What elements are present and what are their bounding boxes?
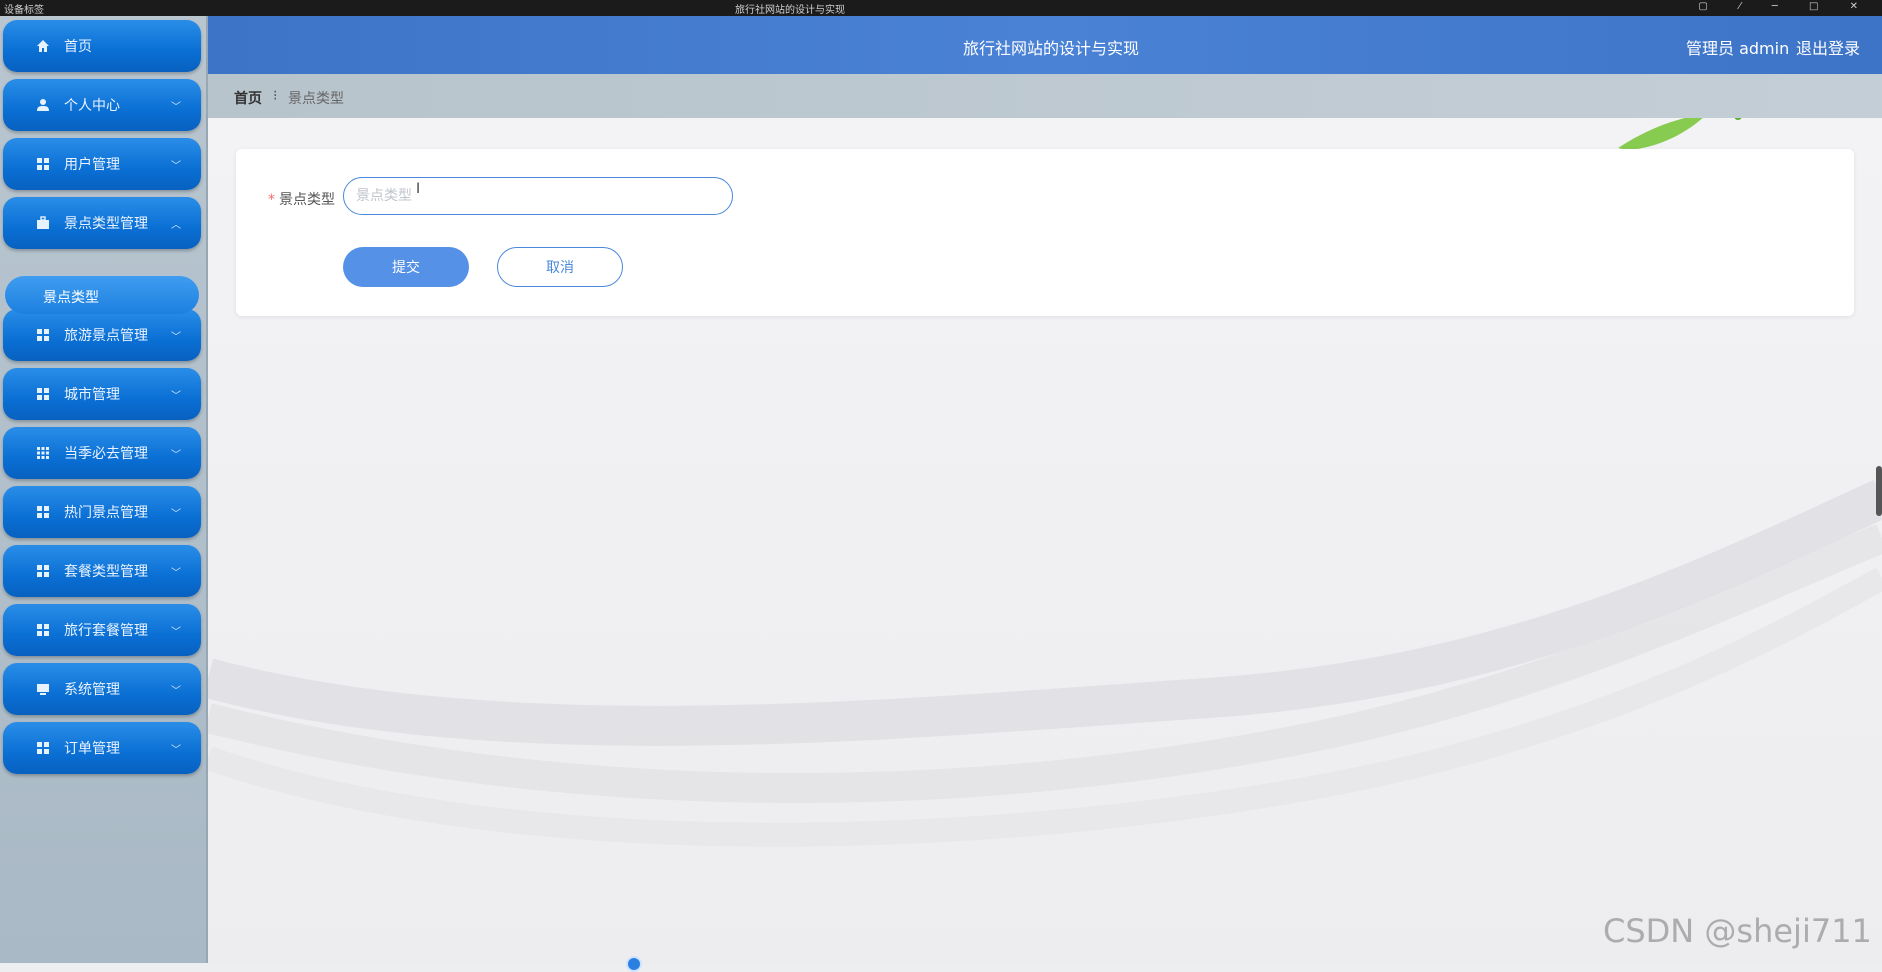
sidebar-item-label: 首页 <box>64 39 92 55</box>
chevron-down-icon: ﹀ <box>171 685 181 697</box>
sidebar-item-7[interactable]: 当季必去管理 ﹀ <box>3 427 201 479</box>
sidebar-item-label: 套餐类型管理 <box>64 564 148 580</box>
briefcase-icon <box>35 215 51 231</box>
sidebar-item-9[interactable]: 套餐类型管理 ﹀ <box>3 545 201 597</box>
required-mark: * <box>268 192 275 208</box>
grid-icon <box>35 563 51 579</box>
sidebar-item-label: 当季必去管理 <box>64 446 148 462</box>
grid-icon <box>35 386 51 402</box>
grid-icon <box>35 740 51 756</box>
user-role-label: 管理员 admin <box>1686 39 1790 58</box>
chevron-down-icon: ﹀ <box>171 744 181 756</box>
watermark: CSDN @sheji711 <box>1603 912 1872 950</box>
breadcrumb-home[interactable]: 首页 <box>234 88 262 108</box>
breadcrumb-current: 景点类型 <box>288 91 344 107</box>
sidebar-item-11[interactable]: 系统管理 ﹀ <box>3 663 201 715</box>
chevron-down-icon: ﹀ <box>171 160 181 172</box>
sidebar-item-2[interactable]: 个人中心 ﹀ <box>3 79 201 131</box>
scrollbar-handle[interactable] <box>1876 466 1882 516</box>
sidebar-subitem-scenic-type[interactable]: 景点类型 <box>5 276 199 314</box>
sidebar-item-1[interactable]: 首页 <box>3 20 201 72</box>
grid-icon <box>35 504 51 520</box>
sidebar-item-label: 个人中心 <box>64 98 120 114</box>
logout-link[interactable]: 退出登录 <box>1796 35 1860 59</box>
home-icon <box>35 38 51 54</box>
sidebar-item-10[interactable]: 旅行套餐管理 ﹀ <box>3 604 201 656</box>
chevron-down-icon: ﹀ <box>171 331 181 343</box>
chevron-down-icon: ﹀ <box>171 390 181 402</box>
chevron-down-icon: ﹀ <box>171 449 181 461</box>
chevron-down-icon: ﹀ <box>171 567 181 579</box>
sidebar-item-4[interactable]: 景点类型管理 ︿ <box>3 197 201 249</box>
sidebar-item-label: 旅行套餐管理 <box>64 623 148 639</box>
monitor-icon <box>35 681 51 697</box>
sidebar-item-5[interactable]: 旅游景点管理 ﹀ <box>3 309 201 361</box>
cancel-button[interactable]: 取消 <box>497 247 623 287</box>
scenic-type-input[interactable] <box>343 177 733 215</box>
grid-icon <box>35 622 51 638</box>
scenic-type-label-text: 景点类型 <box>279 192 335 208</box>
table-icon <box>35 445 51 461</box>
indicator-dot-icon <box>626 956 642 972</box>
scenic-type-label: * 景点类型 <box>268 189 335 209</box>
user-icon <box>35 97 51 113</box>
sidebar-item-6[interactable]: 城市管理 ﹀ <box>3 368 201 420</box>
form-card: *景点类型 提交 取消 <box>236 149 1854 316</box>
sidebar: 首页 个人中心 ﹀ 用户管理 ﹀ 景点类型管理 ︿ 旅游景点管理 ﹀ 城市管理 ﹀ 当季必去管理 ﹀ 热门… <box>0 16 208 963</box>
sidebar-item-label: 景点类型管理 <box>64 216 148 232</box>
breadcrumb: 首页 ⁝ 景点类型 <box>208 74 1882 118</box>
sidebar-item-12[interactable]: 订单管理 ﹀ <box>3 722 201 774</box>
os-bar-left-text: 设备标签 <box>4 5 44 16</box>
os-bar-title: 旅行社网站的设计与实现 <box>735 5 845 16</box>
sidebar-item-label: 订单管理 <box>64 741 120 757</box>
sidebar-item-label: 旅游景点管理 <box>64 328 148 344</box>
top-header: 旅行社网站的设计与实现 管理员 admin 退出登录 <box>208 16 1882 74</box>
sidebar-item-label: 城市管理 <box>64 387 120 403</box>
chevron-down-icon: ﹀ <box>171 508 181 520</box>
window-controls[interactable]: ▢ ⁄ ─ □ ✕ <box>1698 1 1872 12</box>
grid-icon <box>35 156 51 172</box>
sidebar-item-label: 系统管理 <box>64 682 120 698</box>
sidebar-item-3[interactable]: 用户管理 ﹀ <box>3 138 201 190</box>
sidebar-item-label: 热门景点管理 <box>64 505 148 521</box>
app-title: 旅行社网站的设计与实现 <box>963 39 1140 58</box>
submit-button[interactable]: 提交 <box>343 247 469 287</box>
text-cursor-icon: I <box>416 181 421 197</box>
os-title-bar: 设备标签 旅行社网站的设计与实现 ▢ ⁄ ─ □ ✕ <box>0 0 1882 16</box>
grid-icon <box>35 327 51 343</box>
chevron-down-icon: ﹀ <box>171 626 181 638</box>
chevron-down-icon: ﹀ <box>171 101 181 113</box>
breadcrumb-separator: ⁝ <box>273 88 278 104</box>
sidebar-subitem-label: 景点类型 <box>43 290 99 306</box>
sidebar-item-8[interactable]: 热门景点管理 ﹀ <box>3 486 201 538</box>
sidebar-item-label: 用户管理 <box>64 157 120 173</box>
chevron-up-icon: ︿ <box>171 219 181 231</box>
